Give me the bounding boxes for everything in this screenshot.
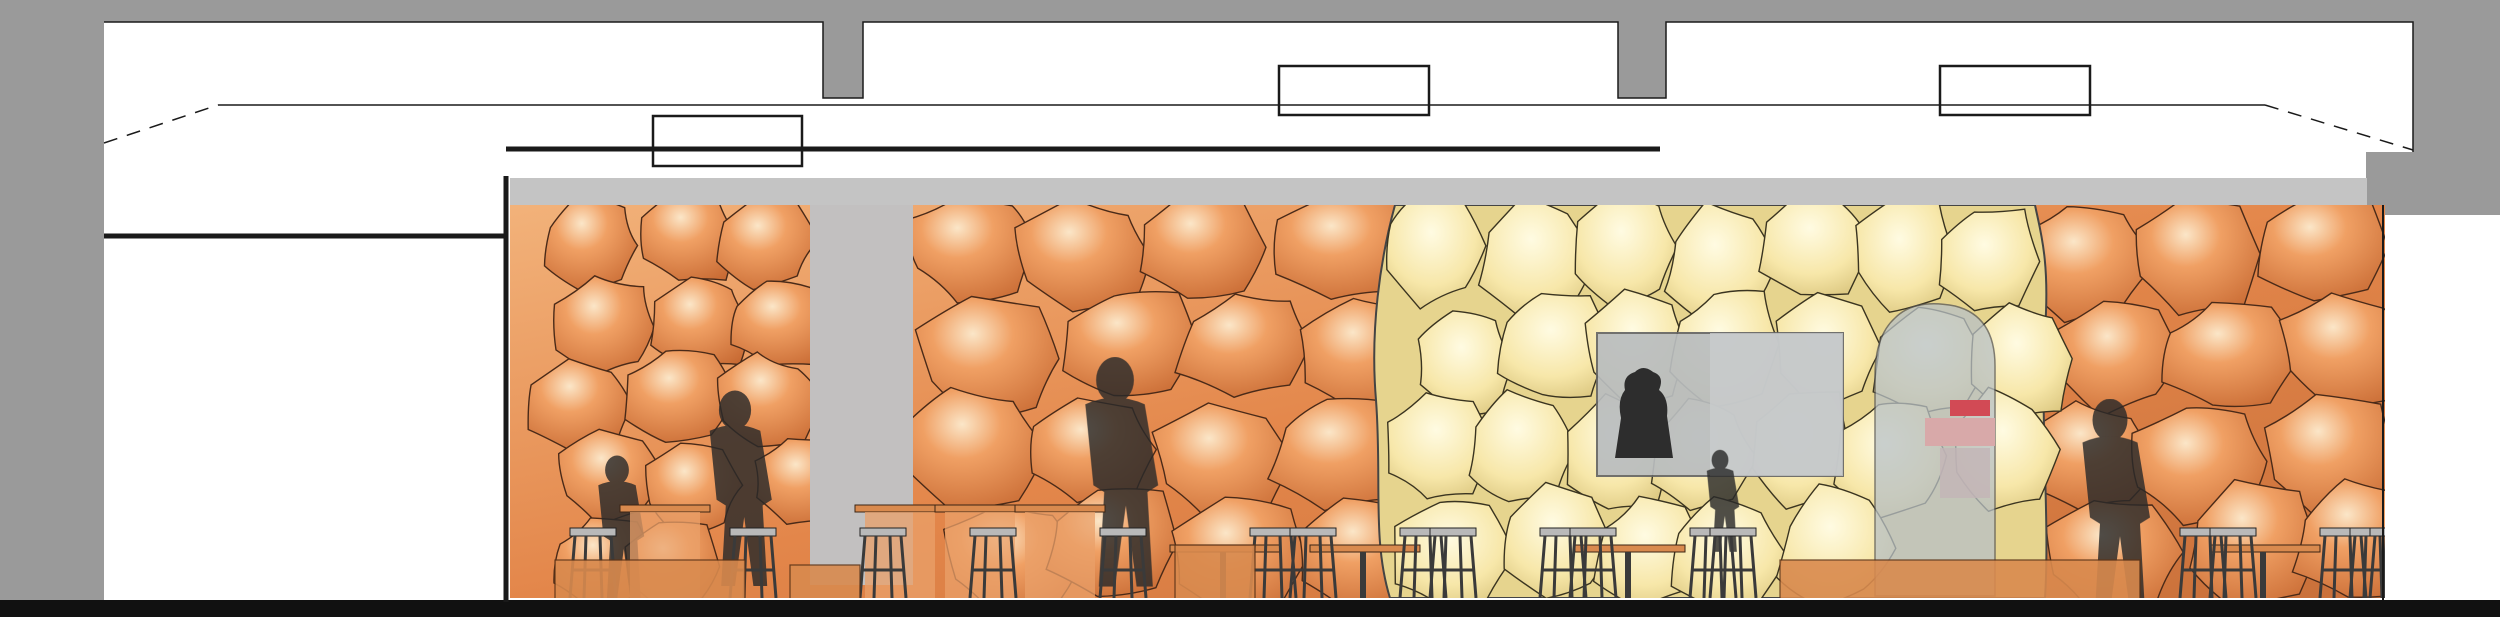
- table-top: [934, 504, 1026, 513]
- table-base: [1625, 552, 1631, 598]
- table-base: [2260, 552, 2266, 598]
- table-top: [854, 504, 946, 513]
- table-top: [619, 504, 711, 513]
- section-drawing: [0, 0, 2500, 617]
- bubble-room: [1373, 205, 2073, 598]
- table-top: [1014, 504, 1106, 513]
- ceiling-band: [510, 178, 2367, 205]
- table-base: [945, 512, 1015, 598]
- bench: [554, 559, 746, 598]
- table-base: [1360, 552, 1366, 598]
- bench: [1779, 559, 2141, 598]
- bench: [789, 564, 861, 598]
- table-top: [1574, 544, 1686, 553]
- table-base: [1025, 512, 1095, 598]
- bench: [1174, 544, 1256, 598]
- interior: [510, 205, 2385, 598]
